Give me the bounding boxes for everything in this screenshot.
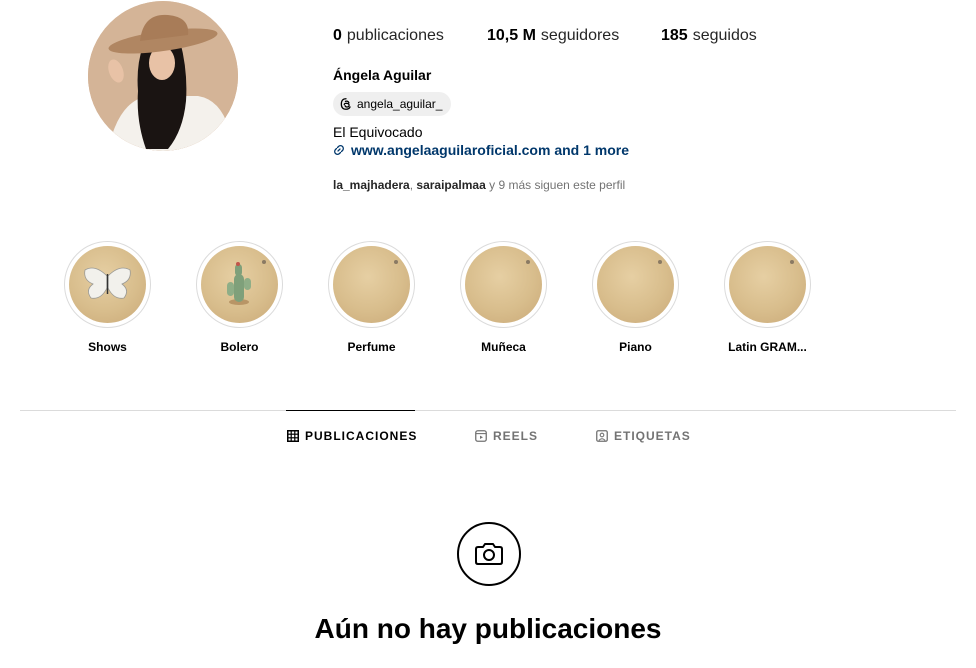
highlight-cover [201,246,278,323]
reels-icon [475,430,487,442]
followers-count-label: seguidores [540,27,620,44]
followers-link[interactable]: 10,5 M seguidores [487,27,661,45]
highlight-mark [790,260,794,264]
highlight-cover [333,246,410,323]
highlight-perfume[interactable]: Perfume [328,241,460,354]
story-highlights: Shows Bolero Perfume Muñeca Piano Latin … [64,241,856,354]
highlight-ring [328,241,415,328]
butterfly-icon [84,267,131,299]
followed-by-user-2[interactable]: saraipalmaa [416,178,485,192]
followed-by-user-1[interactable]: la_majhadera [333,178,410,192]
external-link[interactable]: www.angelaaguilaroficial.com and 1 more [333,142,629,158]
camera-icon [457,522,521,586]
highlight-ring [64,241,151,328]
highlight-bolero[interactable]: Bolero [196,241,328,354]
threads-handle: angela_aguilar_ [357,97,443,111]
highlight-label: Perfume [347,340,396,354]
tab-tagged[interactable]: ETIQUETAS [596,429,691,443]
threads-icon [340,98,351,110]
highlight-mark [394,260,398,264]
posts-count-value: 0 [333,27,342,44]
highlight-cover [69,246,146,323]
profile-tabs: PUBLICACIONES REELS ETIQUETAS [0,429,976,445]
avatar-photo [88,1,238,151]
following-count-value: 185 [661,27,688,44]
camera-glyph [475,543,503,565]
highlight-cover [597,246,674,323]
active-tab-indicator [286,410,415,411]
following-link[interactable]: 185 seguidos [661,27,757,45]
tab-tagged-label: ETIQUETAS [614,429,691,443]
profile-bio: El Equivocado [333,124,423,140]
threads-badge[interactable]: angela_aguilar_ [333,92,452,116]
following-count-label: seguidos [692,27,757,44]
posts-count: 0 publicaciones [333,27,487,45]
highlight-label: Latin GRAM... [728,340,807,354]
tab-posts-label: PUBLICACIONES [305,429,418,443]
highlight-label: Muñeca [481,340,526,354]
highlight-label: Bolero [220,340,259,354]
grid-icon [287,430,299,442]
highlight-ring [196,241,283,328]
profile-stats: 0 publicaciones 10,5 M seguidores 185 se… [333,27,757,45]
profile-avatar[interactable] [88,1,238,151]
highlight-label: Piano [619,340,652,354]
followed-by: la_majhadera, saraipalmaa y 9 más siguen… [333,178,625,192]
highlight-ring [592,241,679,328]
tab-posts[interactable]: PUBLICACIONES [287,429,417,443]
highlight-cover [465,246,542,323]
tab-reels-label: REELS [493,429,539,443]
highlight-muneca[interactable]: Muñeca [460,241,592,354]
highlight-cover [729,246,806,323]
external-link-text: www.angelaaguilaroficial.com and 1 more [351,142,630,158]
highlight-ring [724,241,811,328]
tab-reels[interactable]: REELS [475,429,538,443]
highlight-piano[interactable]: Piano [592,241,724,354]
posts-count-label: publicaciones [346,27,444,44]
highlight-mark [262,260,266,264]
tagged-icon [596,430,608,442]
highlight-shows[interactable]: Shows [64,241,196,354]
link-icon [334,145,344,155]
highlight-mark [658,260,662,264]
followers-count-value: 10,5 M [487,27,536,44]
profile-name: Ángela Aguilar [333,67,432,83]
followed-by-suffix: y 9 más siguen este perfil [485,178,626,192]
highlight-label: Shows [88,340,127,354]
highlight-mark [526,260,530,264]
empty-state-title: Aún no hay publicaciones [314,613,662,644]
cactus-icon [227,262,251,305]
tabs-divider [20,410,956,411]
highlight-latin-gram[interactable]: Latin GRAM... [724,241,856,354]
highlight-ring [460,241,547,328]
